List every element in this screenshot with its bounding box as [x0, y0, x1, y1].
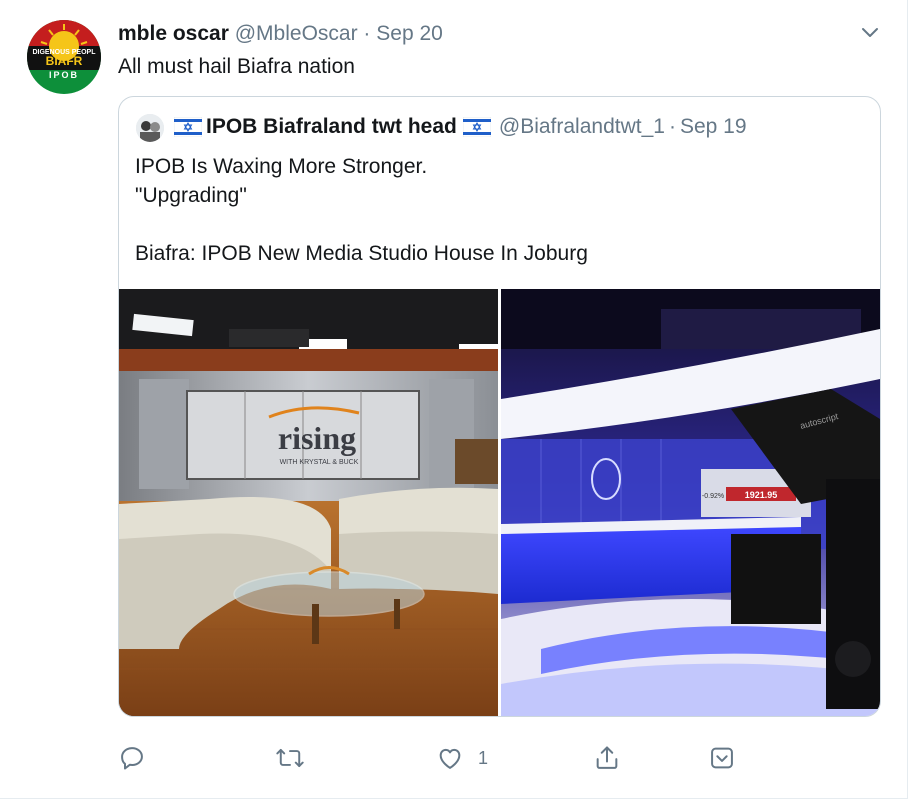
handle[interactable]: @MbleOscar [235, 22, 358, 45]
svg-text:IPOB: IPOB [49, 70, 79, 80]
svg-text:-0.92%: -0.92% [702, 493, 724, 500]
quoted-header: IPOB Biafraland twt head @Biafralandtwt_… [174, 115, 747, 139]
media-grid: rising WITH KRYSTAL & BUCK 1921.95 -0.92… [119, 289, 880, 716]
chevron-down-icon [862, 28, 878, 37]
separator: · [668, 115, 676, 138]
action-bar: 1 [118, 740, 858, 780]
tweet-text: All must hail Biafra nation [118, 55, 355, 78]
chevron-box-icon [711, 747, 733, 769]
quoted-display-name[interactable]: IPOB Biafraland twt head [206, 115, 457, 139]
quoted-text-line: "Upgrading" [135, 184, 247, 207]
avatar[interactable]: DIGENOUS PEOPL BIAFR IPOB [27, 20, 101, 94]
quoted-text-line [135, 210, 588, 239]
separator: · [363, 22, 371, 45]
retweet-icon [276, 748, 304, 768]
tweet-header: mble oscar @MbleOscar · Sep 20 [118, 22, 443, 46]
timestamp[interactable]: Sep 20 [376, 22, 443, 45]
svg-text:1921.95: 1921.95 [745, 490, 778, 500]
israel-flag-icon [462, 117, 491, 137]
share-icon [596, 746, 618, 769]
quoted-handle[interactable]: @Biafralandtwt_1 [499, 115, 665, 139]
quoted-text-line: Biafra: IPOB New Media Studio House In J… [135, 242, 588, 265]
like-button[interactable]: 1 [436, 740, 488, 776]
heart-icon [439, 748, 461, 769]
studio-photo-left[interactable]: rising WITH KRYSTAL & BUCK [119, 289, 498, 716]
reply-button[interactable] [118, 740, 146, 776]
quoted-tweet[interactable]: IPOB Biafraland twt head @Biafralandtwt_… [118, 96, 881, 717]
israel-flag-icon [174, 117, 202, 137]
share-button[interactable] [593, 740, 621, 776]
svg-text:BIAFR: BIAFR [46, 54, 83, 68]
display-name[interactable]: mble oscar [118, 22, 229, 45]
quoted-text: IPOB Is Waxing More Stronger. "Upgrading… [135, 152, 588, 268]
quoted-avatar[interactable] [136, 114, 164, 142]
quoted-text-line: IPOB Is Waxing More Stronger. [135, 155, 428, 178]
reply-icon [121, 747, 143, 770]
quoted-timestamp[interactable]: Sep 19 [680, 115, 747, 139]
more-options-caret[interactable] [856, 20, 884, 46]
retweet-button[interactable] [275, 740, 305, 776]
studio-photo-right[interactable]: 1921.95 -0.92% autoscript [501, 289, 880, 716]
more-actions-button[interactable] [708, 740, 736, 776]
tweet[interactable]: DIGENOUS PEOPL BIAFR IPOB mble oscar @Mb… [0, 0, 908, 799]
like-count: 1 [478, 747, 489, 768]
svg-text:WITH KRYSTAL & BUCK: WITH KRYSTAL & BUCK [280, 459, 359, 466]
svg-text:rising: rising [278, 420, 356, 456]
